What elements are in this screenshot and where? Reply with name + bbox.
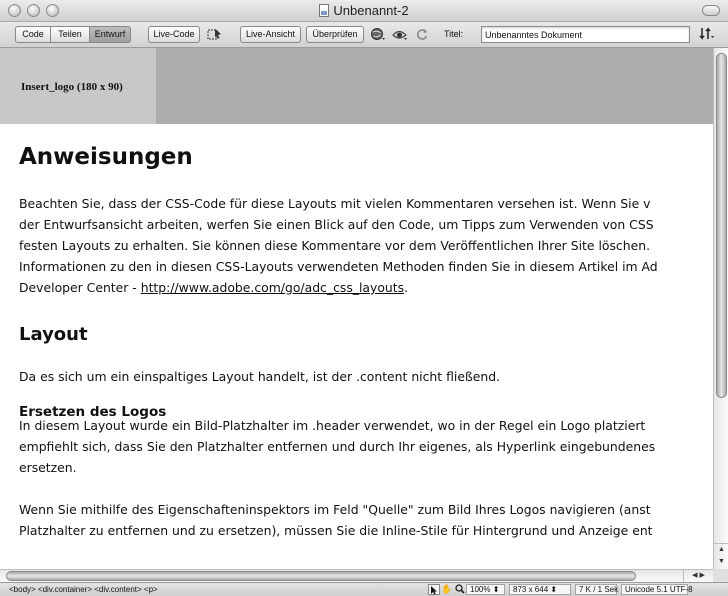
document-icon bbox=[319, 4, 330, 17]
encoding: Unicode 5.1 UTF-8 bbox=[621, 584, 693, 595]
title-bar: Unbenannt-2 bbox=[0, 0, 728, 22]
paragraph-line: Da es sich um ein einspaltiges Layout ha… bbox=[19, 369, 501, 384]
paragraph-line: Beachten Sie, dass der CSS-Code für dies… bbox=[19, 196, 651, 211]
paragraph-line: In diesem Layout wurde ein Bild-Platzhal… bbox=[19, 418, 646, 433]
window-title: Unbenannt-2 bbox=[0, 3, 728, 18]
paragraph-line: festen Layouts zu erhalten. Sie können d… bbox=[19, 238, 651, 253]
paragraph-line: Wenn Sie mithilfe des Eigenschafteninspe… bbox=[19, 502, 651, 517]
horizontal-scrollbar[interactable]: ◀ ▶ bbox=[0, 569, 713, 582]
download-size: 7 K / 1 Sek bbox=[575, 584, 618, 595]
paragraph-text: . bbox=[404, 280, 409, 295]
zoom-tool-icon[interactable] bbox=[454, 584, 466, 595]
horizontal-scroll-arrows[interactable]: ◀ ▶ bbox=[683, 570, 713, 582]
zoom-value: 100% bbox=[470, 585, 491, 594]
window-title-text: Unbenannt-2 bbox=[333, 3, 409, 18]
paragraph-line: ersetzen. bbox=[19, 460, 77, 475]
vertical-scroll-thumb[interactable] bbox=[716, 53, 727, 398]
document-title-input[interactable] bbox=[481, 26, 690, 43]
paragraph-line: Developer Center - http://www.adobe.com/… bbox=[19, 280, 408, 295]
dreamweaver-window: Unbenannt-2 Code Teilen Entwurf Live-Cod… bbox=[0, 0, 728, 596]
select-arrow-icon: ⬍ bbox=[492, 585, 500, 594]
split-view-button[interactable]: Teilen bbox=[50, 26, 90, 43]
zoom-select[interactable]: 100% ⬍ bbox=[466, 584, 505, 595]
heading-layout: Layout bbox=[19, 324, 88, 345]
title-label: Titel: bbox=[444, 29, 464, 39]
logo-placeholder-label: Insert_logo (180 x 90) bbox=[21, 81, 123, 93]
hand-tool-icon[interactable]: ✋ bbox=[441, 584, 453, 595]
logo-placeholder[interactable]: Insert_logo (180 x 90) bbox=[0, 48, 156, 124]
toolbar-toggle-button[interactable] bbox=[702, 5, 720, 16]
design-view-button[interactable]: Entwurf bbox=[89, 26, 131, 43]
scrollbar-corner bbox=[713, 569, 728, 582]
paragraph-line: Informationen zu den in diesen CSS-Layou… bbox=[19, 259, 658, 274]
tag-selector[interactable]: <body> <div.container> <div.content> <p> bbox=[9, 585, 158, 594]
heading-instructions: Anweisungen bbox=[19, 144, 193, 170]
paragraph-line: der Entwurfsansicht arbeiten, werfen Sie… bbox=[19, 217, 654, 232]
inspect-icon[interactable] bbox=[207, 27, 223, 42]
visual-aids-icon[interactable] bbox=[392, 27, 408, 42]
window-size-value: 873 x 644 bbox=[513, 585, 549, 594]
paragraph-line: empfiehlt sich, dass Sie den Platzhalter… bbox=[19, 439, 656, 454]
adobe-css-layouts-link[interactable]: http://www.adobe.com/go/adc_css_layouts bbox=[141, 280, 404, 295]
select-arrow-icon: ⬍ bbox=[550, 585, 558, 594]
preview-browser-icon[interactable] bbox=[370, 27, 386, 42]
vertical-scrollbar[interactable]: ▲ ▼ bbox=[713, 48, 728, 569]
refresh-icon[interactable] bbox=[414, 27, 430, 42]
horizontal-scroll-thumb[interactable] bbox=[6, 571, 636, 581]
paragraph-text: Developer Center - bbox=[19, 280, 141, 295]
page-header: Insert_logo (180 x 90) bbox=[0, 48, 713, 124]
live-code-button[interactable]: Live-Code bbox=[148, 26, 200, 43]
status-bar: <body> <div.container> <div.content> <p>… bbox=[0, 582, 728, 596]
check-button[interactable]: Überprüfen bbox=[306, 26, 364, 43]
live-view-button[interactable]: Live-Ansicht bbox=[240, 26, 301, 43]
paragraph-line: Platzhalter zu entfernen und zu ersetzen… bbox=[19, 523, 653, 538]
design-view-content[interactable]: Anweisungen Beachten Sie, dass der CSS-C… bbox=[0, 124, 713, 569]
vertical-scroll-arrows[interactable]: ▲ ▼ bbox=[714, 543, 728, 569]
file-management-icon[interactable] bbox=[699, 27, 715, 42]
select-tool-icon[interactable] bbox=[428, 584, 440, 595]
document-toolbar: Code Teilen Entwurf Live-Code Live-Ansic… bbox=[0, 22, 728, 48]
window-size-select[interactable]: 873 x 644 ⬍ bbox=[509, 584, 571, 595]
code-view-button[interactable]: Code bbox=[15, 26, 51, 43]
